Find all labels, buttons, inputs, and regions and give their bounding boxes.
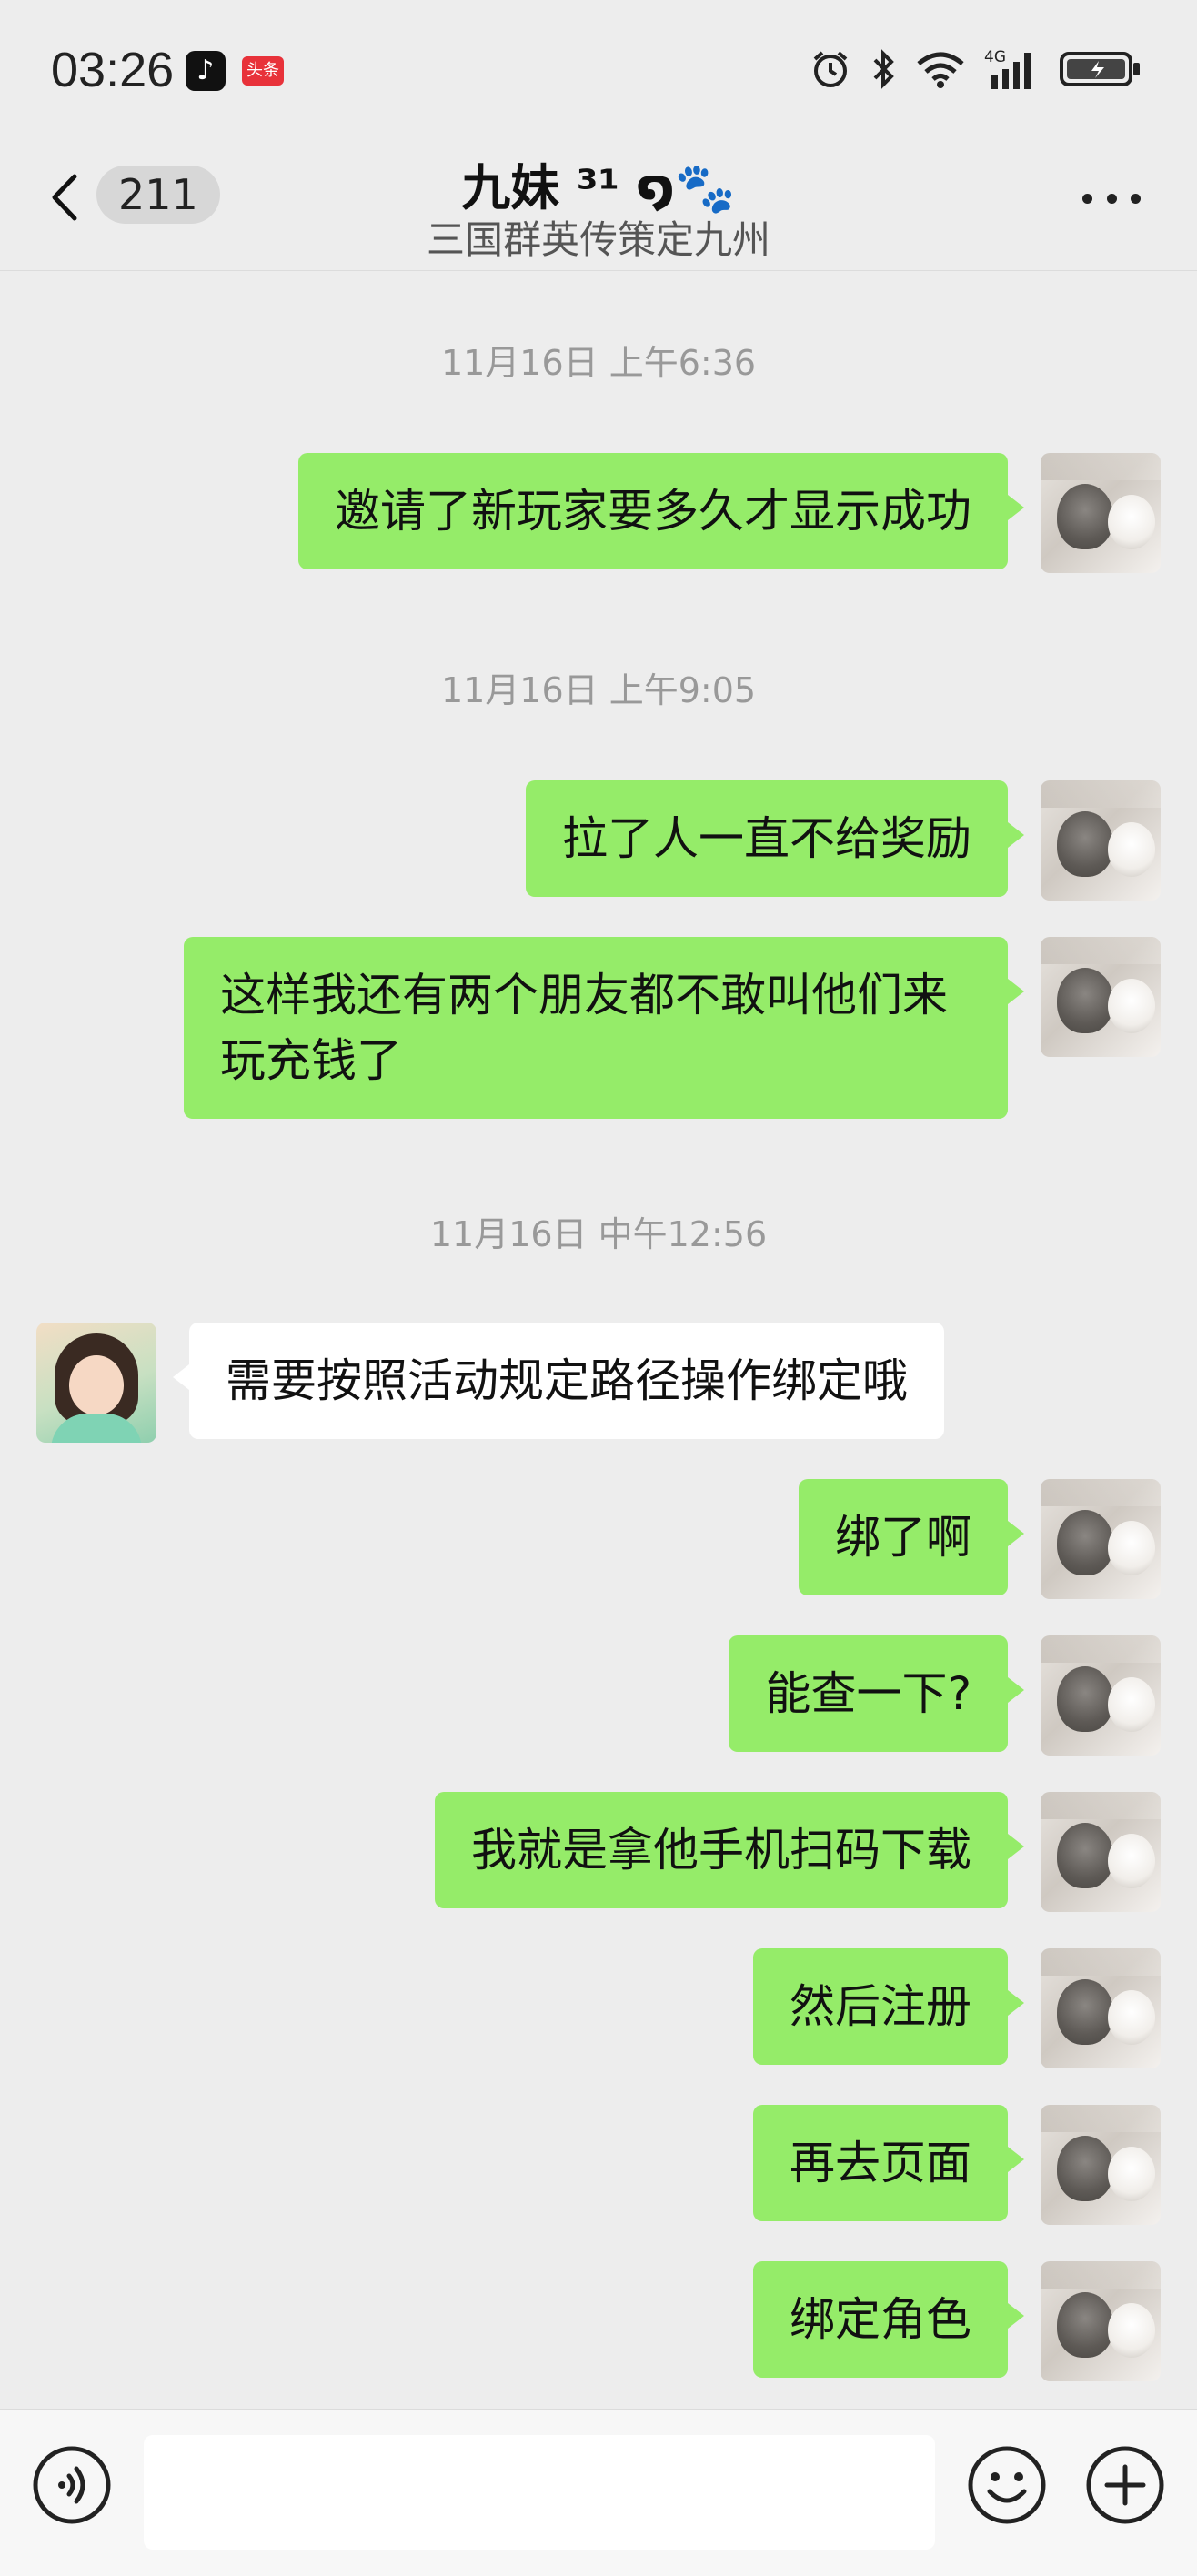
my-avatar[interactable]	[1041, 2105, 1161, 2225]
add-more-icon[interactable]	[1084, 2444, 1166, 2526]
tiktok-icon: ♪	[186, 51, 226, 91]
message-bubble-sent[interactable]: 绑了啊	[799, 1479, 1024, 1595]
message-bubble-sent[interactable]: 这样我还有两个朋友都不敢叫他们来玩充钱了	[184, 937, 1024, 1119]
message-input[interactable]	[144, 2435, 935, 2550]
chat-header: 211 九妹 ³¹ ໑🐾 三国群英传策定九州	[0, 136, 1197, 271]
my-avatar[interactable]	[1041, 937, 1161, 1057]
my-avatar[interactable]	[1041, 2261, 1161, 2381]
my-avatar[interactable]	[1041, 1635, 1161, 1756]
my-avatar[interactable]	[1041, 1948, 1161, 2068]
more-options-icon[interactable]	[1082, 189, 1141, 207]
clock: 03:26	[51, 43, 175, 97]
timestamp: 11月16日 上午6:36	[440, 343, 757, 383]
bluetooth-icon	[873, 49, 894, 89]
status-bar: 03:26 ♪ 头条 4G	[0, 0, 1197, 136]
timestamp: 11月16日 上午9:05	[440, 670, 757, 710]
message-list[interactable]: 11月16日 上午6:36 邀请了新玩家要多久才显示成功 11月16日 上午9:…	[0, 271, 1197, 2409]
wifi-icon	[917, 52, 964, 88]
message-bubble-sent[interactable]: 邀请了新玩家要多久才显示成功	[298, 453, 1024, 569]
message-bubble-sent[interactable]: 我就是拿他手机扫码下载	[435, 1792, 1024, 1908]
contact-avatar[interactable]	[36, 1323, 156, 1443]
alarm-icon	[813, 51, 848, 87]
message-bubble-sent[interactable]: 再去页面	[753, 2105, 1024, 2221]
my-avatar[interactable]	[1041, 453, 1161, 573]
emoji-icon[interactable]	[966, 2444, 1048, 2526]
voice-input-icon[interactable]	[31, 2444, 113, 2526]
status-indicators: 4G	[810, 47, 1142, 91]
message-bubble-received[interactable]: 需要按照活动规定路径操作绑定哦	[173, 1323, 944, 1439]
4g-signal-icon: 4G	[984, 48, 1031, 89]
timestamp: 11月16日 中午12:56	[429, 1214, 768, 1254]
svg-text:4G: 4G	[984, 48, 1006, 66]
message-bubble-sent[interactable]: 能查一下?	[729, 1635, 1024, 1752]
chat-subtitle: 三国群英传策定九州	[426, 217, 770, 262]
my-avatar[interactable]	[1041, 780, 1161, 901]
message-bubble-sent[interactable]: 拉了人一直不给奖励	[526, 780, 1024, 897]
my-avatar[interactable]	[1041, 1792, 1161, 1912]
message-bubble-sent[interactable]: 然后注册	[753, 1948, 1024, 2065]
battery-charging-icon	[1060, 52, 1140, 86]
message-bubble-sent[interactable]: 绑定角色	[753, 2261, 1024, 2378]
my-avatar[interactable]	[1041, 1479, 1161, 1599]
toutiao-icon: 头条	[242, 56, 284, 86]
input-bar	[0, 2409, 1197, 2576]
